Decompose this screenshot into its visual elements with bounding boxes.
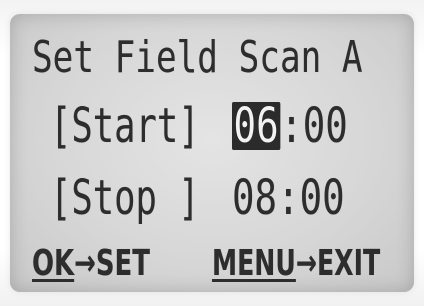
footer-hints: OK→SET MENU→EXIT [10, 246, 414, 292]
stop-time-row: [Stop ] 08:00 [10, 174, 414, 234]
menu-key-label: MENU [212, 243, 296, 284]
stop-time: 08:00 [232, 174, 345, 222]
ok-action-label: →SET [74, 243, 150, 284]
menu-action-label: →EXIT [295, 243, 381, 284]
ok-key-label: OK [32, 243, 75, 284]
stop-time-separator: : [277, 170, 300, 226]
start-time: 06:00 [232, 102, 348, 150]
screen-title: Set Field Scan A [32, 32, 363, 83]
start-label: [Start] [50, 98, 200, 154]
stop-minute-field[interactable]: 00 [300, 174, 345, 222]
lcd-screen: Set Field Scan A [Start] 06:00 [Stop ] 0… [10, 14, 414, 292]
stop-label: [Stop ] [50, 170, 200, 226]
device-bezel: Set Field Scan A [Start] 06:00 [Stop ] 0… [0, 0, 424, 306]
ok-set-hint: OK→SET [32, 246, 150, 282]
start-time-separator: : [280, 98, 303, 154]
start-time-row: [Start] 06:00 [10, 102, 414, 162]
start-minute-field[interactable]: 00 [303, 102, 348, 150]
start-hour-field[interactable]: 06 [232, 102, 281, 150]
stop-hour-field[interactable]: 08 [232, 174, 277, 222]
menu-exit-hint: MENU→EXIT [212, 246, 380, 282]
